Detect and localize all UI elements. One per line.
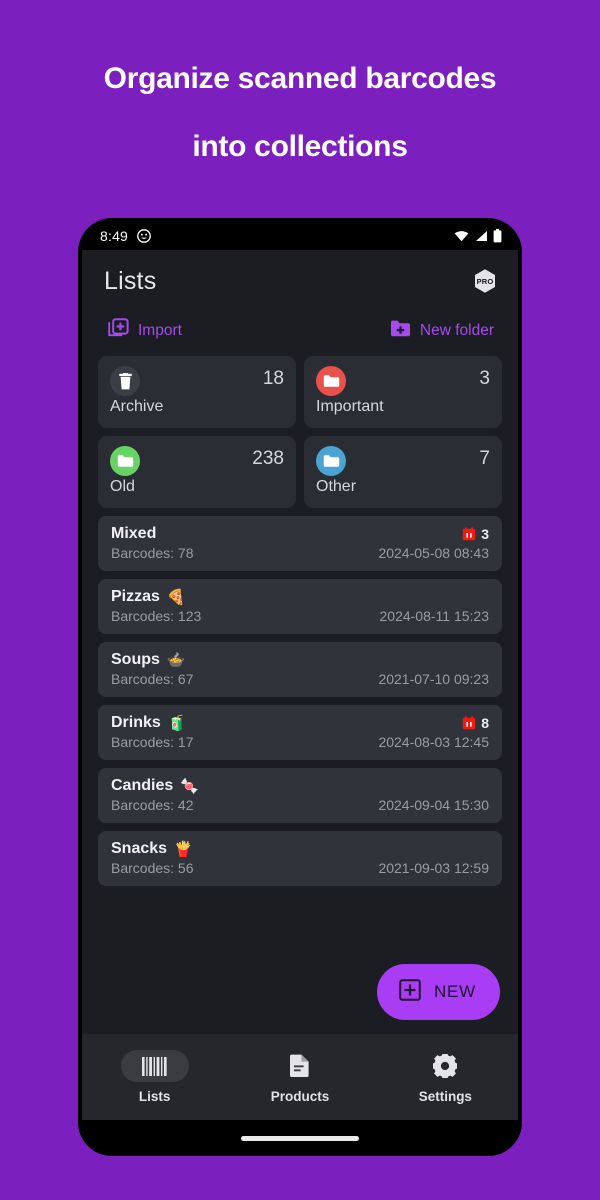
tab-products-label: Products [270,1089,330,1104]
signal-icon [476,231,487,241]
list-date: 2024-08-11 15:23 [379,608,490,624]
fab-container: NEW [82,952,518,1034]
headline-line-2: into collections [192,130,408,163]
folder-icon [316,446,346,476]
list-item[interactable]: Pizzas 🍕 Barcodes: 123 2024-08-11 15:23 [98,579,502,634]
list-subtitle: Barcodes: 42 [111,797,194,813]
folder-card-old[interactable]: 238 Old [98,436,296,508]
pro-badge[interactable]: PRO [472,268,498,294]
box-plus-icon [399,978,421,1006]
list-badge-count: 3 [481,526,489,542]
new-folder-label: New folder [419,322,494,339]
folder-icon [316,366,346,396]
list-emoji: 🍕 [166,589,186,606]
list-subtitle: Barcodes: 56 [111,860,194,876]
app-bar: Lists PRO [82,250,518,312]
list-subtitle: Barcodes: 78 [111,545,194,561]
phone-frame: 8:49 Lists PRO Import New folder 18 Arch… [78,218,522,1156]
page-title: Lists [104,266,157,295]
list-subtitle: Barcodes: 123 [111,608,202,624]
list-emoji: 🍟 [174,841,193,858]
tab-settings-label: Settings [418,1089,472,1104]
import-stack-plus-icon [108,318,129,344]
list-date: 2024-09-04 15:30 [378,797,489,813]
tab-products[interactable]: Products [227,1050,372,1104]
calendar-icon [463,716,476,730]
wifi-icon [454,231,469,242]
folder-card-archive[interactable]: 18 Archive [98,356,296,428]
gear-icon [411,1050,479,1082]
promo-screenshot: Organize scanned barcodes into collectio… [0,0,600,1200]
list-item[interactable]: Snacks 🍟 Barcodes: 56 2021-09-03 12:59 [98,831,502,886]
folder-name: Other [316,478,357,495]
list-item[interactable]: Candies 🍬 Barcodes: 42 2024-09-04 15:30 [98,768,502,823]
home-indicator[interactable] [241,1135,359,1141]
trash-icon [110,366,140,396]
list-subtitle: Barcodes: 67 [111,671,194,687]
list-emoji: 🍬 [180,778,199,795]
list-badge: 8 [462,715,489,731]
promo-headline: Organize scanned barcodes into collectio… [0,45,600,181]
folder-count: 18 [262,368,284,389]
status-bar-emoji-icon [137,229,151,243]
list-emoji: 🍲 [166,652,186,669]
bottom-navigation: Lists Products Settings [82,1034,518,1120]
list-emoji: 🧃 [167,715,187,732]
phone-screen: 8:49 Lists PRO Import New folder 18 Arch… [82,222,518,1120]
list-subtitle: Barcodes: 17 [111,734,194,750]
headline-line-1: Organize scanned barcodes [103,62,497,95]
tab-settings[interactable]: Settings [373,1050,518,1104]
list-name: Soups [111,651,160,668]
new-list-fab[interactable]: NEW [376,964,500,1020]
calendar-icon [463,527,476,541]
tab-lists[interactable]: Lists [82,1050,227,1104]
list-date: 2024-05-08 08:43 [378,545,489,561]
list-name: Candies [111,777,174,794]
folder-icon [110,446,140,476]
list-date: 2021-07-10 09:23 [378,671,489,687]
list-name: Snacks [111,840,168,857]
status-bar-icons [454,229,502,243]
new-folder-button[interactable]: New folder [390,319,494,343]
pro-badge-label: PRO [476,276,494,286]
folder-count: 238 [252,448,284,469]
home-indicator-area [78,1120,522,1156]
folder-card-other[interactable]: 7 Other [304,436,502,508]
list-item[interactable]: Drinks 🧃 8 Barcodes: 17 2024-08-03 12:45 [98,705,502,760]
status-bar-clock: 8:49 [100,228,129,244]
list-date: 2024-08-03 12:45 [378,734,489,750]
folder-count: 7 [479,448,490,469]
folder-name: Archive [110,398,164,415]
folder-count: 3 [479,368,490,389]
import-label: Import [138,322,182,339]
list-date: 2021-09-03 12:59 [378,860,489,876]
list-name: Mixed [111,525,157,542]
barcode-icon [120,1050,189,1082]
list-badge-count: 8 [481,715,489,731]
list-item[interactable]: Soups 🍲 Barcodes: 67 2021-07-10 09:23 [98,642,502,697]
list-item[interactable]: Mixed 3 Barcodes: 78 2024-05-08 08:43 [98,516,502,571]
tab-lists-label: Lists [138,1089,171,1104]
folder-card-important[interactable]: 3 Important [304,356,502,428]
import-button[interactable]: Import [108,318,182,344]
list-name: Pizzas [111,588,160,605]
status-bar: 8:49 [82,222,518,250]
action-row: Import New folder [82,312,518,356]
fab-label: NEW [433,982,476,1001]
document-icon [266,1050,334,1082]
battery-icon [493,229,502,243]
list-name: Drinks [111,714,161,731]
folder-name: Old [110,478,135,495]
folder-name: Important [316,398,384,415]
folder-grid: 18 Archive 3 Important 238 Old 7 Other [82,356,518,508]
list-collection: Mixed 3 Barcodes: 78 2024-05-08 08:43 Pi… [82,508,518,952]
list-badge: 3 [462,526,489,542]
folder-plus-icon [390,319,411,343]
